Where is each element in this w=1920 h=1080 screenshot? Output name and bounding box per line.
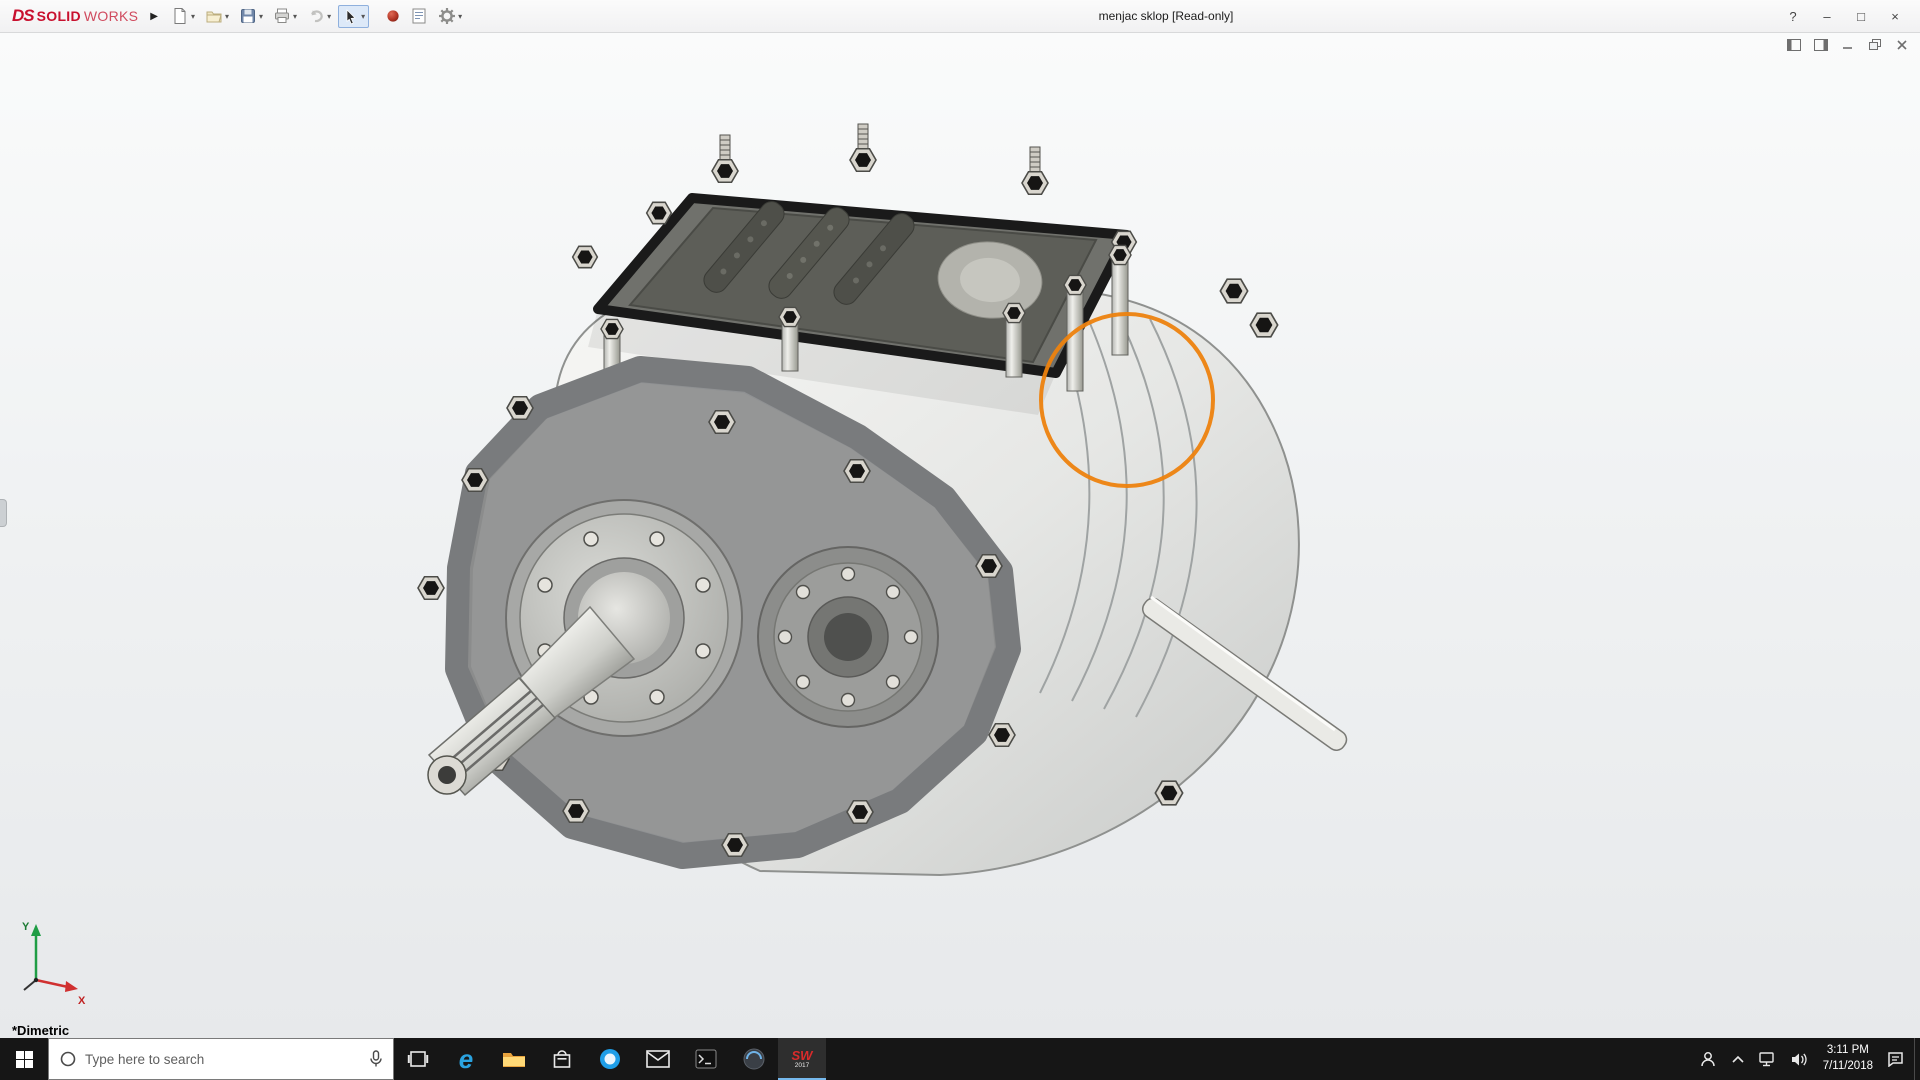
solidworks-badge-text: SW — [792, 1049, 813, 1062]
windows-taskbar: e — [0, 1038, 1920, 1080]
people-icon[interactable] — [1699, 1051, 1717, 1067]
document-title: menjac sklop [Read-only] — [1099, 9, 1234, 23]
store-button[interactable] — [538, 1038, 586, 1080]
x-axis-arrow-icon — [65, 981, 78, 992]
window-controls: ? – □ × — [1778, 0, 1910, 33]
command-prompt-button[interactable] — [682, 1038, 730, 1080]
close-button[interactable]: × — [1880, 4, 1910, 30]
dropdown-arrow-icon[interactable]: ▾ — [327, 12, 331, 21]
search-icon — [59, 1050, 77, 1068]
gearbox-model — [418, 124, 1350, 875]
save-floppy-icon — [239, 7, 257, 25]
model-3d-view[interactable] — [0, 33, 1920, 1038]
mail-button[interactable] — [634, 1038, 682, 1080]
minimize-button[interactable]: – — [1812, 4, 1842, 30]
x-axis-label: X — [78, 995, 86, 1007]
task-view-icon — [407, 1048, 429, 1070]
file-explorer-button[interactable] — [490, 1038, 538, 1080]
view-orientation-label: *Dimetric — [12, 1023, 69, 1038]
new-document-icon — [171, 7, 189, 25]
edge-icon: e — [459, 1046, 473, 1072]
windows-logo-icon — [16, 1051, 33, 1068]
solidworks-app-button[interactable]: SW 2017 — [778, 1038, 826, 1080]
search-input[interactable] — [85, 1052, 361, 1067]
doc-restore-icon[interactable] — [1867, 38, 1883, 52]
undo-button[interactable]: ▾ — [304, 5, 334, 27]
pane-left-icon[interactable] — [1786, 38, 1802, 52]
store-bag-icon — [552, 1048, 572, 1070]
pane-right-icon[interactable] — [1813, 38, 1829, 52]
drawing-sheet-icon — [410, 7, 428, 25]
solidworks-window: DS SOLIDWORKS ▶ ▾ ▾ — [0, 0, 1920, 1080]
dropdown-arrow-icon[interactable]: ▾ — [293, 12, 297, 21]
brand-solid: SOLID — [37, 8, 81, 24]
clock-time: 3:11 PM — [1823, 1043, 1873, 1059]
maximize-button[interactable]: □ — [1846, 4, 1876, 30]
file-explorer-icon — [502, 1049, 526, 1069]
dropdown-arrow-icon[interactable]: ▾ — [259, 12, 263, 21]
dropdown-arrow-icon[interactable]: ▾ — [225, 12, 229, 21]
dropdown-arrow-icon[interactable]: ▾ — [191, 12, 195, 21]
y-axis-label: Y — [22, 921, 30, 933]
dropdown-arrow-icon[interactable]: ▾ — [361, 12, 365, 21]
dark-circle-app-button[interactable] — [730, 1038, 778, 1080]
drawing-sheet-button[interactable] — [407, 5, 431, 27]
mail-envelope-icon — [646, 1050, 670, 1068]
quick-access-toolbar: ▾ ▾ ▾ — [168, 5, 465, 28]
appearance-button[interactable] — [383, 7, 403, 25]
doc-minimize-icon[interactable] — [1840, 38, 1856, 52]
command-prompt-icon — [695, 1049, 717, 1069]
clock-date: 7/11/2018 — [1823, 1059, 1873, 1075]
options-button[interactable]: ▾ — [435, 5, 465, 27]
show-desktop-button[interactable] — [1914, 1038, 1920, 1080]
solidworks-badge-year: 2017 — [795, 1063, 809, 1070]
taskbar-search-box[interactable] — [48, 1038, 394, 1080]
blue-circle-app-icon — [598, 1047, 622, 1071]
open-button[interactable]: ▾ — [202, 5, 232, 27]
doc-close-icon[interactable] — [1894, 38, 1910, 52]
new-document-button[interactable]: ▾ — [168, 5, 198, 27]
menu-expand-arrow-icon[interactable]: ▶ — [150, 11, 158, 22]
y-axis-arrow-icon — [31, 924, 41, 936]
secondary-boss — [758, 547, 938, 727]
taskbar-app-icons: e — [394, 1038, 826, 1080]
document-window-controls — [1786, 38, 1910, 52]
printer-icon — [273, 7, 291, 25]
print-button[interactable]: ▾ — [270, 5, 300, 27]
open-folder-icon — [205, 7, 223, 25]
start-button[interactable] — [0, 1038, 48, 1080]
volume-icon[interactable] — [1791, 1052, 1809, 1067]
taskbar-clock[interactable]: 3:11 PM 7/11/2018 — [1823, 1043, 1873, 1074]
system-tray: 3:11 PM 7/11/2018 — [1689, 1038, 1914, 1080]
edge-browser-button[interactable]: e — [442, 1038, 490, 1080]
help-button[interactable]: ? — [1778, 4, 1808, 30]
graphics-viewport[interactable]: Y X *Dimetric — [0, 33, 1920, 1038]
hidden-icons-chevron-icon[interactable] — [1731, 1054, 1745, 1064]
solidworks-logo: DS SOLIDWORKS — [12, 6, 138, 26]
dark-circle-app-icon — [742, 1047, 766, 1071]
title-bar: DS SOLIDWORKS ▶ ▾ ▾ — [0, 0, 1920, 33]
select-cursor-icon — [342, 8, 359, 25]
blue-circle-app-button[interactable] — [586, 1038, 634, 1080]
select-tool-button[interactable]: ▾ — [338, 5, 369, 28]
appearance-sphere-icon — [386, 9, 400, 23]
microphone-icon[interactable] — [369, 1050, 383, 1068]
network-icon[interactable] — [1759, 1052, 1777, 1067]
dropdown-arrow-icon[interactable]: ▾ — [458, 12, 462, 21]
ds-logo-icon: DS — [12, 6, 34, 26]
orientation-triad: Y X — [14, 916, 94, 1008]
z-axis-line — [24, 980, 36, 990]
gear-icon — [438, 7, 456, 25]
task-view-button[interactable] — [394, 1038, 442, 1080]
undo-arrow-icon — [307, 7, 325, 25]
action-center-icon[interactable] — [1887, 1051, 1904, 1067]
taskbar-empty-space — [826, 1038, 1689, 1080]
solidworks-2017-icon: SW 2017 — [792, 1049, 813, 1070]
brand-works: WORKS — [84, 8, 138, 24]
save-button[interactable]: ▾ — [236, 5, 266, 27]
